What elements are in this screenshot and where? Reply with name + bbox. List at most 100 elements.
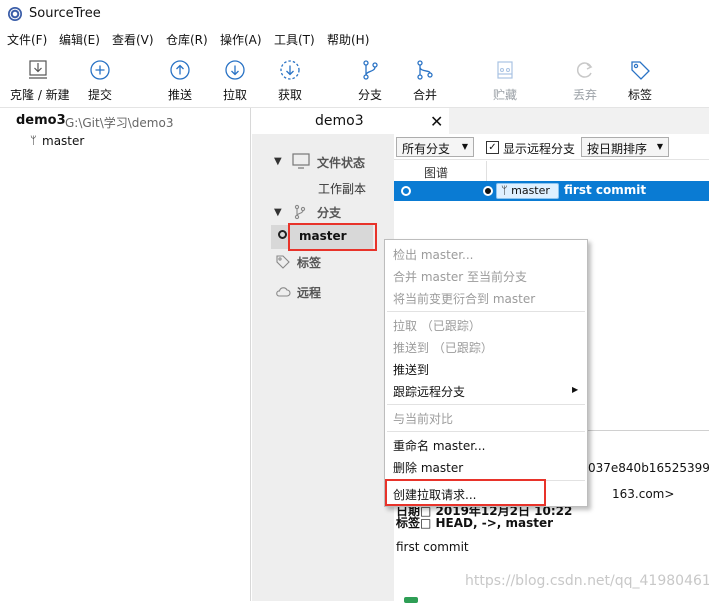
menu-file[interactable]: 文件(F): [7, 31, 47, 48]
commit-tags: 标签□ HEAD, ->, master: [396, 516, 554, 530]
commit-message: first commit: [564, 183, 647, 197]
push-button[interactable]: 推送: [152, 56, 208, 106]
discard-button[interactable]: 丢弃: [557, 56, 613, 106]
repo-path: G:\Git\学习\demo3: [65, 116, 174, 130]
dashed-arrow-down-circle-icon: [280, 60, 300, 80]
commit-row[interactable]: ᛘ master first commit: [394, 181, 709, 201]
toolbar: 克隆 / 新建 提交 推送 拉取 获取 分支 合并 贮藏 丢弃 标签: [0, 50, 709, 108]
menu-edit[interactable]: 编辑(E): [59, 31, 100, 48]
clone-new-label: 克隆 / 新建: [10, 88, 70, 102]
author-email: 163.com>: [612, 487, 675, 501]
branch-icon: [294, 204, 306, 220]
commit-hash: 037e840b165253992: [588, 461, 709, 475]
merge-label: 合并: [412, 88, 437, 102]
menu-bar: 文件(F) 编辑(E) 查看(V) 仓库(R) 操作(A) 工具(T) 帮助(H…: [0, 28, 709, 50]
column-divider: [486, 161, 487, 181]
arrow-down-circle-icon: [225, 60, 245, 80]
close-icon[interactable]: ✕: [430, 112, 443, 131]
graph-header-label: 图谱: [424, 166, 449, 180]
pull-request-highlight-box: [385, 479, 546, 506]
tab-label: demo3: [315, 113, 364, 129]
menu-help[interactable]: 帮助(H): [327, 31, 369, 48]
tag-button[interactable]: 标签: [612, 56, 668, 106]
sidebar-file-status[interactable]: 文件状态: [317, 154, 365, 171]
submenu-arrow-icon: ▶: [572, 385, 579, 394]
branch-icon: ᛘ: [501, 184, 512, 197]
menu-separator: [387, 431, 585, 432]
commit-details-message: first commit: [396, 540, 469, 554]
branch-context-menu: 检出 master... 合并 master 至当前分支 将当前变更衍合到 ma…: [384, 239, 588, 507]
repo-sidebar: ▼ 文件状态 工作副本 ▼ 分支 master 标签 远程: [252, 134, 394, 601]
menu-separator: [387, 311, 585, 312]
menu-separator: [387, 404, 585, 405]
arrow-up-circle-icon: [170, 60, 190, 80]
sidebar-remotes[interactable]: 远程: [297, 284, 321, 301]
repo-name[interactable]: demo3: [16, 113, 66, 128]
menu-item-rename[interactable]: 重命名 master...: [393, 437, 485, 454]
sidebar-working-copy[interactable]: 工作副本: [318, 180, 366, 197]
tag-icon: [276, 255, 290, 269]
cloud-icon: [276, 287, 291, 297]
menu-repository[interactable]: 仓库(R): [166, 31, 208, 48]
menu-view[interactable]: 查看(V): [112, 31, 154, 48]
watermark: https://blog.csdn.net/qq_41980461: [465, 573, 709, 589]
push-label: 推送: [167, 88, 192, 102]
menu-item-pull-tracked[interactable]: 拉取 （已跟踪）: [393, 317, 481, 334]
branch-icon: [363, 60, 378, 80]
stash-label: 贮藏: [492, 88, 517, 102]
discard-icon: [576, 62, 593, 78]
chevron-down-icon: ▼: [656, 142, 663, 151]
chevron-down-icon[interactable]: ▼: [274, 207, 282, 218]
stash-button[interactable]: 贮藏: [477, 56, 533, 106]
log-filter-bar: 所有分支 ▼ ✓ 显示远程分支 按日期排序 ▼: [394, 134, 709, 160]
clone-new-button[interactable]: 克隆 / 新建: [10, 56, 70, 106]
tab-demo3[interactable]: demo3 ✕: [252, 108, 449, 134]
menu-actions[interactable]: 操作(A): [220, 31, 262, 48]
menu-item-merge-into-current[interactable]: 合并 master 至当前分支: [393, 268, 527, 285]
branches-select-value: 所有分支: [402, 142, 451, 156]
menu-item-push-to[interactable]: 推送到: [393, 361, 429, 378]
monitor-icon: [292, 153, 310, 169]
menu-item-delete[interactable]: 删除 master: [393, 459, 463, 476]
branches-select[interactable]: 所有分支 ▼: [396, 137, 474, 157]
tag-icon: [631, 61, 650, 80]
current-branch-dot-icon: [278, 230, 287, 239]
commit-button[interactable]: 提交: [72, 56, 128, 106]
head-marker-icon: [483, 186, 493, 196]
pull-button[interactable]: 拉取: [207, 56, 263, 106]
plus-circle-icon: [90, 60, 110, 80]
commit-label: 提交: [87, 88, 112, 102]
menu-item-checkout[interactable]: 检出 master...: [393, 246, 473, 263]
fetch-label: 获取: [277, 88, 302, 102]
master-highlight-box: [288, 223, 377, 251]
merge-icon: [417, 60, 433, 80]
show-remote-checkbox[interactable]: ✓: [486, 141, 499, 154]
pull-label: 拉取: [222, 88, 247, 102]
menu-item-push-tracked[interactable]: 推送到 （已跟踪）: [393, 339, 493, 356]
branch-button[interactable]: 分支: [342, 56, 398, 106]
branch-badge-label: master: [511, 184, 550, 197]
graph-column-header: 图谱: [394, 161, 709, 181]
menu-item-track-remote[interactable]: 跟踪远程分支: [393, 383, 465, 400]
merge-button[interactable]: 合并: [397, 56, 453, 106]
sidebar-tags[interactable]: 标签: [297, 254, 321, 271]
tag-label: 标签: [627, 88, 652, 102]
menu-item-diff-against-current[interactable]: 与当前对比: [393, 410, 453, 427]
title-bar: SourceTree: [0, 0, 709, 28]
branch-badge: ᛘ master: [496, 183, 559, 199]
fetch-button[interactable]: 获取: [262, 56, 318, 106]
repo-current-branch: master: [42, 134, 85, 148]
menu-item-rebase-onto[interactable]: 将当前变更衍合到 master: [393, 290, 535, 307]
stash-icon: [497, 61, 513, 79]
window-title: SourceTree: [29, 6, 101, 21]
show-remote-label: 显示远程分支: [503, 142, 576, 156]
sourcetree-logo-icon: [8, 7, 22, 21]
status-icon: [404, 597, 418, 603]
menu-tools[interactable]: 工具(T): [274, 31, 315, 48]
branch-icon: ᛘ: [30, 134, 37, 147]
chevron-down-icon[interactable]: ▼: [274, 156, 282, 167]
commit-node-icon: [401, 186, 411, 196]
sort-select[interactable]: 按日期排序 ▼: [581, 137, 669, 157]
repository-list-pane: demo3 G:\Git\学习\demo3 ᛘ master: [0, 108, 251, 601]
sidebar-branches[interactable]: 分支: [317, 204, 341, 221]
